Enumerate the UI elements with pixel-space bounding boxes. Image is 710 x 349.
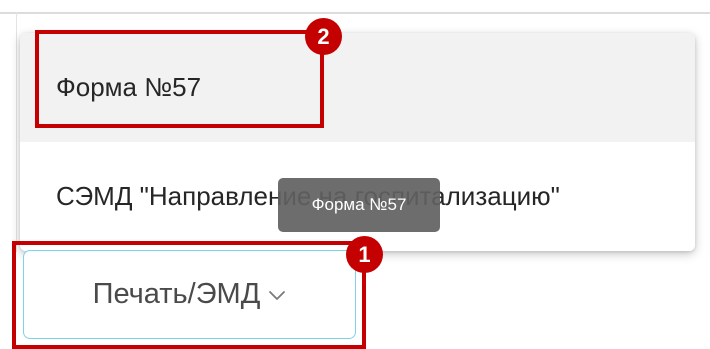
tooltip: Форма №57: [278, 178, 440, 232]
top-divider: [0, 12, 710, 14]
annotation-highlight-step-1: [12, 241, 366, 349]
left-divider: [16, 12, 17, 252]
step-badge-1: 1: [346, 236, 383, 273]
step-badge-2: 2: [305, 18, 342, 55]
annotation-highlight-step-2: [35, 30, 324, 128]
